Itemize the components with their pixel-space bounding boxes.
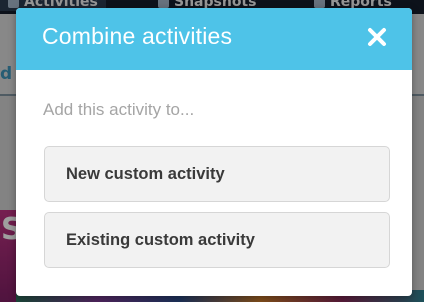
- dialog-header: Combine activities: [16, 8, 412, 70]
- new-custom-activity-label: New custom activity: [66, 165, 225, 183]
- existing-custom-activity-button[interactable]: Existing custom activity: [44, 212, 390, 268]
- existing-custom-activity-label: Existing custom activity: [66, 231, 255, 249]
- combine-activities-dialog: Combine activities Add this activity to.…: [16, 8, 412, 296]
- dialog-prompt: Add this activity to...: [43, 100, 195, 119]
- new-custom-activity-button[interactable]: New custom activity: [44, 146, 390, 202]
- dialog-title: Combine activities: [42, 23, 233, 49]
- close-icon: [368, 28, 386, 46]
- close-button[interactable]: [362, 22, 392, 52]
- app-root: Activities Snapshots Reports d S Combine…: [0, 0, 424, 302]
- dialog-body: Add this activity to... New custom activ…: [16, 70, 412, 296]
